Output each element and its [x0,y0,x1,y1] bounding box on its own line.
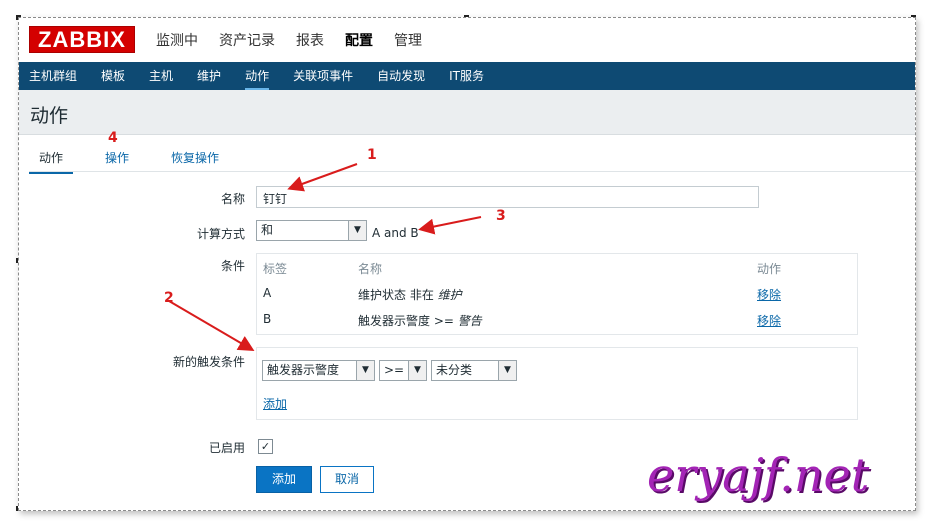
screenshot-frame: ZABBIX 监测中 资产记录 报表 配置 管理 主机群组 模板 主机 维护 动… [18,17,916,511]
annotation-arrow-3 [418,216,482,235]
annotation-arrow-1 [287,163,358,192]
annotation-number: 1 [367,147,377,163]
annotation-number: 4 [108,130,118,146]
annotation-number: 3 [496,208,506,224]
annotation-arrow-2 [168,300,255,352]
annotation-number: 2 [164,290,174,306]
watermark: eryajf.net [647,448,870,502]
annotation-arrows [168,163,482,352]
